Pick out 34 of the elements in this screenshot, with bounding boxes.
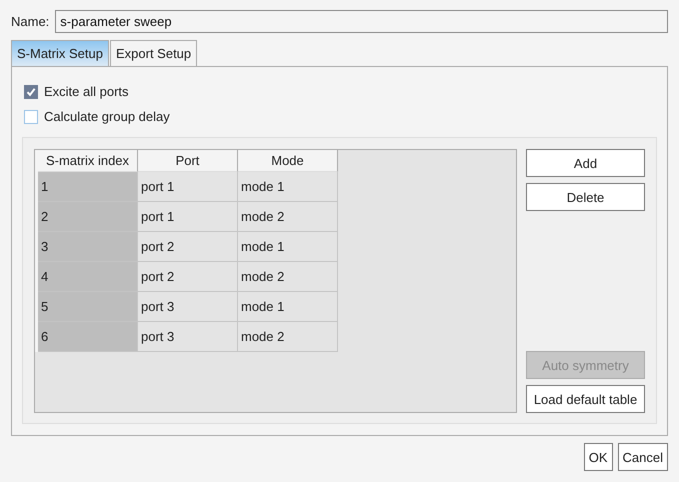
table-cell: mode 1 (238, 292, 338, 322)
table-cell: mode 1 (238, 232, 338, 262)
table-cell: port 2 (138, 262, 238, 292)
table-cell: mode 1 (238, 172, 338, 202)
table-cell: port 2 (138, 232, 238, 262)
table-cell: mode 2 (238, 322, 338, 352)
table-cell: port 3 (138, 292, 238, 322)
action-button[interactable]: Add (526, 149, 645, 177)
checkbox-label: Calculate group delay (44, 109, 170, 124)
column-header[interactable]: S-matrix index (38, 150, 138, 172)
action-button[interactable]: Delete (526, 183, 645, 211)
column-header[interactable]: Port (138, 150, 238, 172)
name-label: Name: (11, 14, 50, 29)
checkbox[interactable] (24, 84, 38, 98)
tab[interactable]: Export Setup (110, 40, 198, 66)
table-cell: port 3 (138, 322, 238, 352)
dialog-button[interactable]: Cancel (618, 443, 668, 471)
table-cell: mode 2 (238, 262, 338, 292)
table-cell: 2 (38, 202, 138, 232)
table-cell: port 1 (138, 202, 238, 232)
checkbox-label: Excite all ports (44, 84, 129, 99)
table-cell: 5 (38, 292, 138, 322)
table-cell: port 1 (138, 172, 238, 202)
table-cell: 3 (38, 232, 138, 262)
checkbox[interactable] (24, 110, 38, 124)
name-field[interactable]: s-parameter sweep (55, 10, 668, 33)
table-cell: 4 (38, 262, 138, 292)
column-header[interactable]: Mode (238, 150, 338, 172)
table-cell: mode 2 (238, 202, 338, 232)
action-button[interactable]: Load default table (526, 385, 645, 413)
table-cell: 6 (38, 322, 138, 352)
dialog-button[interactable]: OK (584, 443, 613, 471)
table-cell: 1 (38, 172, 138, 202)
tab[interactable]: S-Matrix Setup (11, 40, 109, 66)
